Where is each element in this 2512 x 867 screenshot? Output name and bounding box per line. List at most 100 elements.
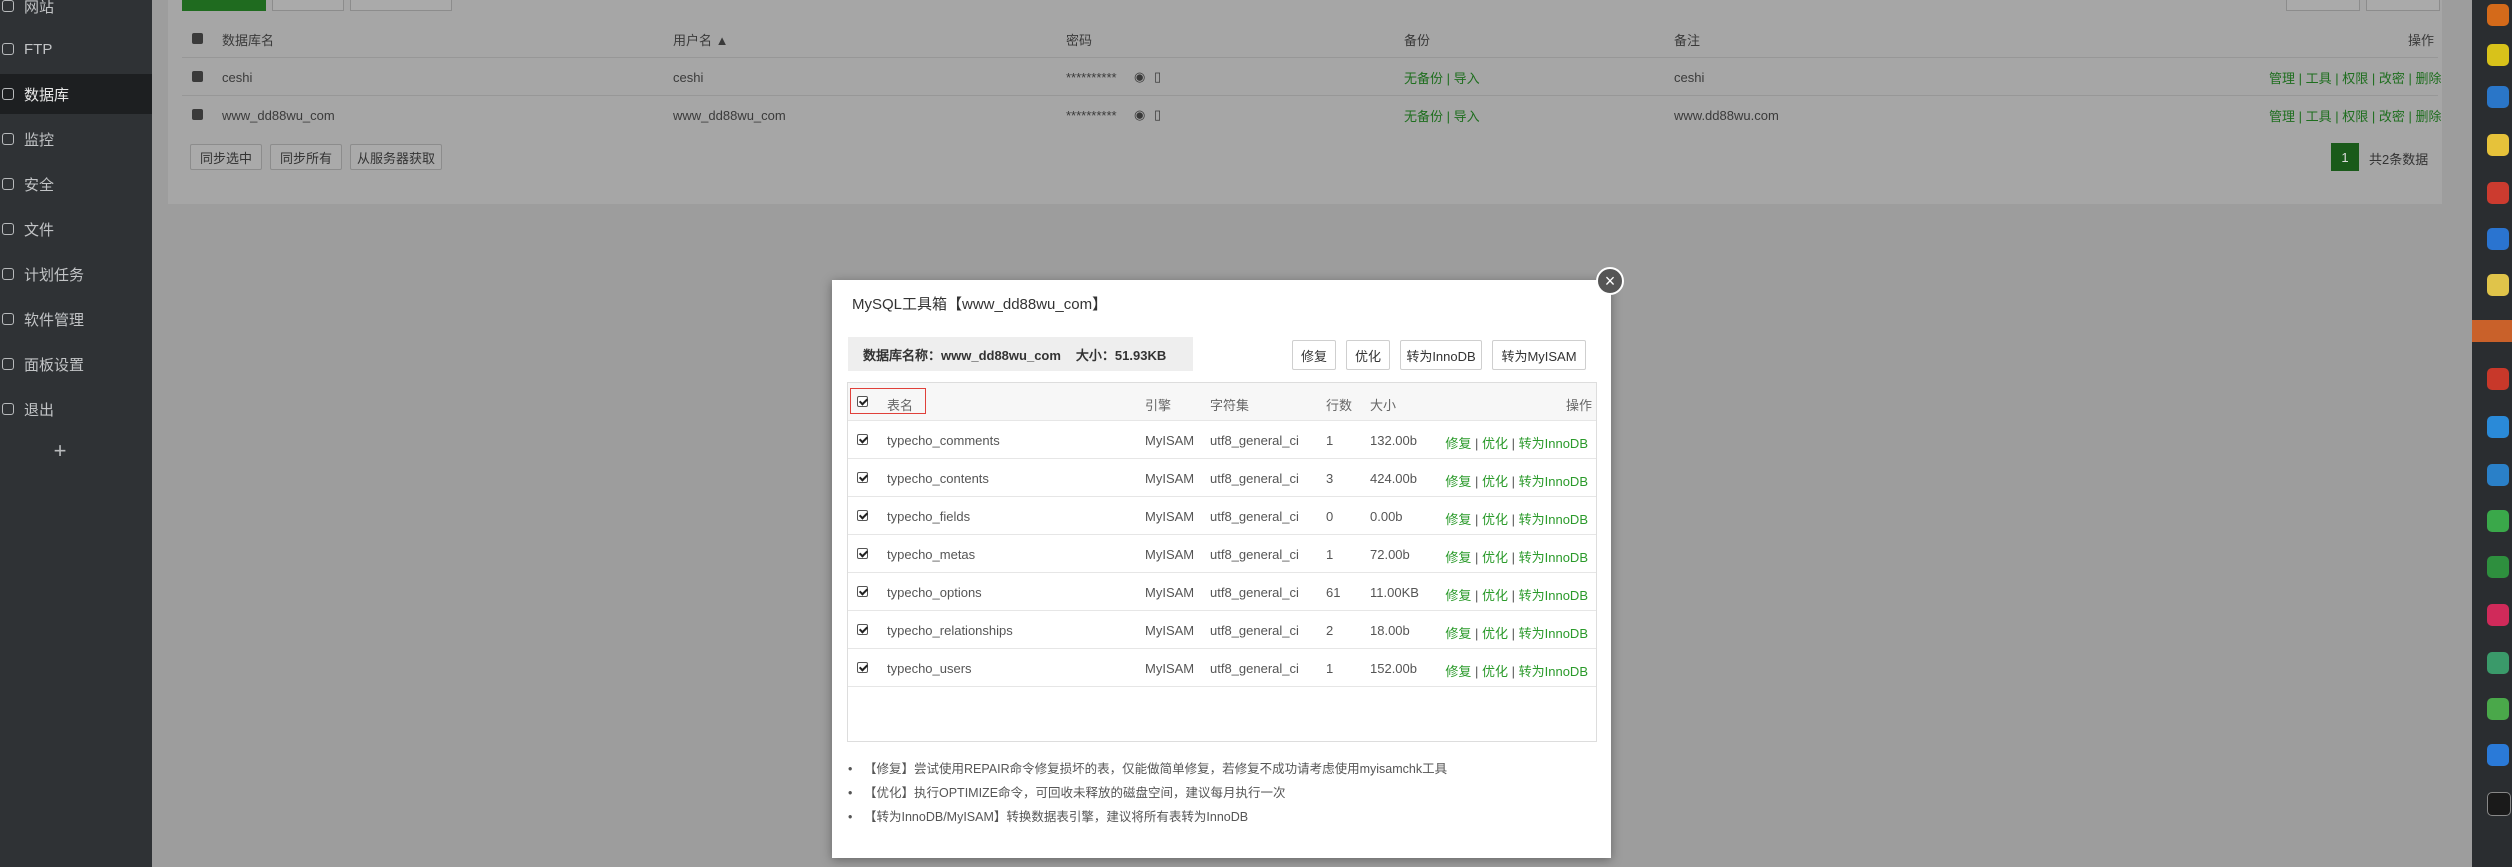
table-row: ceshi ceshi ********** ◉ ▯ 无备份 | 导入 cesh… (182, 68, 2442, 87)
sidebar-item-database[interactable]: 数据库 (0, 74, 152, 114)
sync-all-button[interactable]: 同步所有 (270, 144, 342, 170)
app-icon[interactable] (2487, 464, 2509, 486)
table-name: typecho_contents (887, 471, 989, 486)
header-backup: 备份 (1404, 32, 1431, 48)
header-ops: 操作 (2408, 32, 2435, 48)
row-ops[interactable]: 管理 | 工具 | 权限 | 改密 | 删除 (2269, 106, 2442, 125)
app-icon[interactable] (2487, 44, 2509, 66)
row-ops[interactable]: 修复 | 优化 | 转为InnoDB (1445, 623, 1588, 642)
row-ops[interactable]: 修复 | 优化 | 转为InnoDB (1445, 547, 1588, 566)
change-password-link: 改密 (2378, 70, 2405, 86)
to-innodb-link: 转为InnoDB (1518, 550, 1588, 565)
chrome-icon[interactable] (2487, 182, 2509, 204)
app-icon[interactable] (2487, 698, 2509, 720)
row-ops[interactable]: 管理 | 工具 | 权限 | 改密 | 删除 (2269, 68, 2442, 87)
dialog-title: MySQL工具箱【www_dd88wu_com】 (852, 296, 1108, 313)
backup-status[interactable]: 无备份 | 导入 (1404, 68, 1480, 87)
close-icon[interactable]: × (1596, 267, 1624, 295)
app-icon[interactable] (2487, 368, 2509, 390)
row-ops[interactable]: 修复 | 优化 | 转为InnoDB (1445, 471, 1588, 490)
app-icon[interactable] (2487, 556, 2509, 578)
header-username[interactable]: 用户名 ▲ (673, 30, 728, 49)
app-icon[interactable] (2487, 652, 2509, 674)
root-password-button[interactable] (272, 0, 344, 11)
sync-selected-button[interactable]: 同步选中 (190, 144, 262, 170)
calendar-icon (2, 268, 14, 280)
optimize-button[interactable]: 优化 (1346, 340, 1390, 370)
row-ops[interactable]: 修复 | 优化 | 转为InnoDB (1445, 509, 1588, 528)
row-checkbox[interactable] (857, 472, 868, 483)
row-ops[interactable]: 修复 | 优化 | 转为InnoDB (1445, 433, 1588, 452)
add-menu-button[interactable]: + (0, 438, 120, 464)
fetch-from-server-button[interactable]: 从服务器获取 (350, 144, 442, 170)
select-all-tables-checkbox[interactable] (857, 396, 868, 407)
eye-icon[interactable]: ◉ (1134, 107, 1145, 123)
to-innodb-link: 转为InnoDB (1518, 474, 1588, 489)
sidebar-item-website[interactable]: 网站 (0, 0, 152, 26)
select-all-checkbox[interactable] (192, 33, 203, 44)
sidebar-item-panel-settings[interactable]: 面板设置 (0, 344, 152, 384)
app-icon[interactable] (2487, 416, 2509, 438)
app-icon[interactable] (2487, 4, 2509, 26)
to-innodb-link: 转为InnoDB (1518, 626, 1588, 641)
row-ops[interactable]: 修复 | 优化 | 转为InnoDB (1445, 585, 1588, 604)
repair-button[interactable]: 修复 (1292, 340, 1336, 370)
folder-icon[interactable] (2487, 134, 2509, 156)
app-icon[interactable] (2487, 274, 2509, 296)
db-user: ceshi (673, 69, 704, 85)
app-icon[interactable] (2487, 228, 2509, 250)
backup-button[interactable] (2286, 0, 2360, 11)
apps-icon (2, 313, 14, 325)
backup-status[interactable]: 无备份 | 导入 (1404, 106, 1480, 125)
row-ops[interactable]: 修复 | 优化 | 转为InnoDB (1445, 661, 1588, 680)
row-checkbox[interactable] (192, 71, 203, 82)
db-remark[interactable]: www.dd88wu.com (1674, 108, 1779, 123)
recycle-button[interactable] (2366, 0, 2440, 11)
repair-link: 修复 (1445, 626, 1472, 641)
table-charset: utf8_general_ci (1210, 471, 1299, 486)
wechat-icon[interactable] (2487, 510, 2509, 532)
db-name: www_dd88wu_com (222, 107, 335, 123)
row-checkbox[interactable] (857, 510, 868, 521)
terminal-icon[interactable] (2487, 792, 2511, 816)
row-checkbox[interactable] (857, 662, 868, 673)
pagination-total: 共2条数据 (2369, 152, 2429, 167)
eye-icon[interactable]: ◉ (1134, 69, 1145, 85)
table-charset: utf8_general_ci (1210, 509, 1299, 524)
globe-icon (2, 0, 14, 12)
delete-link: 删除 (2415, 108, 2442, 124)
shield-icon (2, 178, 14, 190)
sidebar-item-cron[interactable]: 计划任务 (0, 254, 152, 294)
row-checkbox[interactable] (857, 548, 868, 559)
sidebar-item-ftp[interactable]: FTP (0, 29, 152, 69)
row-checkbox[interactable] (857, 586, 868, 597)
phpmyadmin-button[interactable] (350, 0, 452, 11)
row-checkbox[interactable] (857, 434, 868, 445)
table-row: typecho_comments MyISAM utf8_general_ci … (848, 421, 1596, 459)
copy-icon[interactable]: ▯ (1154, 107, 1161, 123)
add-database-button[interactable] (182, 0, 266, 11)
db-remark[interactable]: ceshi (1674, 70, 1704, 85)
app-icon-active[interactable] (2472, 320, 2512, 342)
app-icon[interactable] (2487, 86, 2509, 108)
table-size: 132.00b (1370, 433, 1417, 448)
app-icon[interactable] (2487, 744, 2509, 766)
sidebar-item-label: 网站 (24, 0, 55, 16)
row-checkbox[interactable] (192, 109, 203, 120)
music-icon[interactable] (2487, 604, 2509, 626)
db-size-label: 大小：51.93KB (1075, 347, 1167, 363)
table-row: typecho_users MyISAM utf8_general_ci 1 1… (848, 649, 1596, 687)
sidebar-item-files[interactable]: 文件 (0, 209, 152, 249)
to-myisam-button[interactable]: 转为MyISAM (1492, 340, 1586, 370)
folder-icon (2, 223, 14, 235)
sidebar-item-monitor[interactable]: 监控 (0, 119, 152, 159)
page-number-current[interactable]: 1 (2331, 143, 2359, 171)
note-item: 【转为InnoDB/MyISAM】转换数据表引擎，建议将所有表转为InnoDB (848, 805, 1447, 829)
copy-icon[interactable]: ▯ (1154, 69, 1161, 85)
sidebar-item-software[interactable]: 软件管理 (0, 299, 152, 339)
sidebar-item-logout[interactable]: 退出 (0, 389, 152, 429)
sidebar-item-security[interactable]: 安全 (0, 164, 152, 204)
table-name: typecho_options (887, 585, 982, 600)
to-innodb-button[interactable]: 转为InnoDB (1400, 340, 1482, 370)
row-checkbox[interactable] (857, 624, 868, 635)
